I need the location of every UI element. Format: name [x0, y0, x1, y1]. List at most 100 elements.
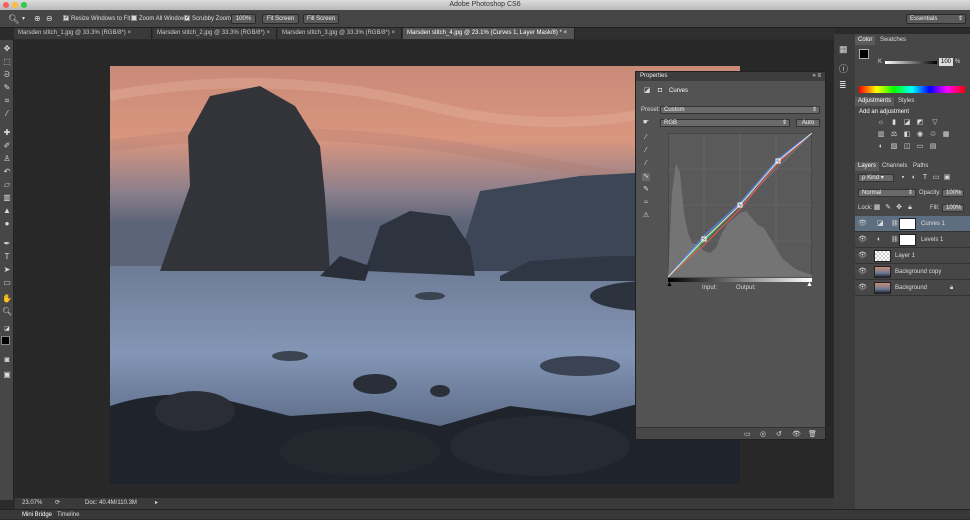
tab-document-4[interactable]: Marsden stitch_4.jpg @ 23.1% (Curves 1, … — [403, 28, 575, 39]
zoom-out-icon[interactable]: ⊖ — [46, 14, 53, 24]
reset-icon[interactable]: ↺ — [776, 430, 782, 438]
eye-icon[interactable]: 👁︎ — [858, 280, 867, 296]
fit-screen-button[interactable]: Fit Screen — [262, 14, 299, 24]
set-gray-point-icon[interactable]: ⁄ — [642, 147, 650, 155]
threshold-icon[interactable]: ◫ — [903, 143, 911, 151]
eyedropper-tool-icon[interactable]: ⁄ — [2, 109, 12, 119]
k-slider[interactable] — [885, 61, 937, 64]
visibility-icon[interactable]: 👁︎ — [792, 430, 801, 438]
tab-color[interactable]: Color — [855, 36, 876, 45]
targeted-adjust-hand-icon[interactable]: ☛ — [642, 119, 650, 127]
lock-all-icon[interactable]: 🔒︎ — [906, 204, 914, 212]
history-brush-tool-icon[interactable]: ↶ — [2, 167, 12, 177]
zoom-in-icon[interactable]: ⊕ — [34, 14, 41, 24]
view-previous-icon[interactable]: ◎ — [760, 430, 766, 438]
tab-channels[interactable]: Channels — [879, 162, 910, 171]
move-tool-icon[interactable]: ✥ — [2, 44, 12, 54]
set-white-point-icon[interactable]: ⁄ — [642, 160, 650, 168]
k-value-field[interactable]: 100 — [939, 58, 953, 66]
hue-sat-icon[interactable]: ▥ — [877, 131, 885, 139]
brush-tool-icon[interactable]: ✐ — [2, 141, 12, 151]
exposure-icon[interactable]: ◩ — [916, 119, 924, 127]
eye-icon[interactable]: 👁︎ — [858, 216, 867, 232]
opacity-field[interactable]: 100% — [942, 189, 964, 197]
zoom-window-button[interactable] — [21, 2, 27, 8]
selective-color-icon[interactable]: ▤ — [929, 143, 937, 151]
layer-thumbnail[interactable] — [874, 282, 891, 294]
zoom-tool-icon[interactable]: 🔍︎ — [8, 14, 19, 24]
levels-icon[interactable]: ▮ — [890, 119, 898, 127]
clipping-warning-icon[interactable]: ⚠ — [642, 212, 650, 220]
chevron-down-icon[interactable]: ▾ — [22, 14, 25, 24]
trash-icon[interactable]: 🗑︎ — [808, 430, 817, 438]
zoom-100-button[interactable]: 100% — [231, 14, 256, 24]
marquee-tool-icon[interactable]: ⬚ — [2, 57, 12, 67]
pen-tool-icon[interactable]: ✒ — [2, 239, 12, 249]
history-panel-icon[interactable]: ▦ — [839, 44, 848, 55]
gradient-tool-icon[interactable]: ▥ — [2, 193, 12, 203]
blend-mode-select[interactable]: Normal ⇕ — [858, 189, 916, 197]
healing-brush-tool-icon[interactable]: ✚ — [2, 128, 12, 138]
eye-icon[interactable]: 👁︎ — [858, 264, 867, 280]
blur-tool-icon[interactable]: ▲ — [2, 206, 12, 216]
curve-points-icon[interactable]: ∿ — [642, 173, 650, 181]
color-ramp[interactable] — [859, 86, 965, 93]
quick-mask-icon[interactable]: ◙ — [2, 355, 12, 365]
filter-type-icon[interactable]: T — [921, 174, 929, 182]
link-icon[interactable]: ⛓︎ — [891, 232, 899, 248]
status-menu-icon[interactable]: ▸ — [155, 498, 158, 509]
type-tool-icon[interactable]: T — [2, 252, 12, 262]
layer-row-levels[interactable]: 👁︎ ◐ ⛓︎ Levels 1 — [855, 232, 970, 248]
filter-smart-icon[interactable]: ▣ — [943, 174, 951, 182]
info-panel-icon[interactable]: ⓘ — [839, 62, 848, 75]
white-slider-icon[interactable]: ▲ — [806, 281, 813, 288]
status-share-icon[interactable]: ⟳ — [55, 498, 60, 509]
brightness-icon[interactable]: ☼ — [877, 119, 885, 127]
gradient-map-icon[interactable]: ▭ — [916, 143, 924, 151]
layer-mask-icon[interactable]: ◘ — [656, 87, 664, 95]
dodge-tool-icon[interactable]: ● — [2, 219, 12, 229]
color-lookup-icon[interactable]: ▦ — [942, 131, 950, 139]
layer-mask-thumbnail[interactable] — [899, 218, 916, 230]
foreground-color-swatch[interactable] — [1, 336, 10, 345]
quick-select-tool-icon[interactable]: ✎ — [2, 83, 12, 93]
eraser-tool-icon[interactable]: ▱ — [2, 180, 12, 190]
layer-mask-thumbnail[interactable] — [899, 234, 916, 246]
layer-thumbnail[interactable] — [874, 250, 891, 262]
layer-row-layer1[interactable]: 👁︎ Layer 1 — [855, 248, 970, 264]
shape-tool-icon[interactable]: ▭ — [2, 278, 12, 288]
eye-icon[interactable]: 👁︎ — [858, 248, 867, 264]
photo-filter-icon[interactable]: ◉ — [916, 131, 924, 139]
clip-to-layer-icon[interactable]: ▭ — [744, 430, 751, 438]
black-slider-icon[interactable]: ▲ — [666, 281, 673, 288]
minimize-window-button[interactable] — [12, 2, 18, 8]
tab-styles[interactable]: Styles — [895, 97, 917, 106]
zoom-all-windows-checkbox[interactable]: Zoom All Windows — [131, 14, 188, 24]
default-colors-icon[interactable]: ◪ — [2, 324, 12, 334]
foreground-swatch[interactable] — [859, 49, 869, 59]
tab-document-2[interactable]: Marsden stitch_2.jpg @ 33.3% (RGB/8*) × — [153, 28, 277, 39]
lock-transparent-icon[interactable]: ▦ — [873, 204, 881, 212]
layer-row-curves[interactable]: 👁︎ ◪ ⛓︎ Curves 1 — [855, 216, 970, 232]
tab-swatches[interactable]: Swatches — [877, 36, 909, 45]
close-window-button[interactable] — [3, 2, 9, 8]
set-black-point-icon[interactable]: ⁄ — [642, 134, 650, 142]
resize-windows-checkbox[interactable]: Resize Windows to Fit — [63, 13, 130, 24]
zoom-tool-icon[interactable]: 🔍︎ — [2, 307, 12, 317]
fill-field[interactable]: 100% — [942, 204, 964, 212]
layer-thumbnail[interactable] — [874, 266, 891, 278]
properties-panel-icon[interactable]: ≣ — [839, 80, 847, 91]
smooth-curve-icon[interactable]: ≈ — [642, 199, 650, 207]
black-white-icon[interactable]: ◧ — [903, 131, 911, 139]
posterize-icon[interactable]: ▨ — [890, 143, 898, 151]
filter-pixel-icon[interactable]: ▪ — [899, 174, 907, 182]
tab-document-1[interactable]: Marsden stitch_1.jpg @ 33.3% (RGB/8*) × — [14, 28, 152, 39]
hand-tool-icon[interactable]: ✋ — [2, 294, 12, 304]
auto-button[interactable]: Auto — [796, 119, 820, 127]
preset-select[interactable]: Custom ⇕ — [660, 106, 820, 114]
eye-icon[interactable]: 👁︎ — [858, 232, 867, 248]
layer-row-background-copy[interactable]: 👁︎ Background copy — [855, 264, 970, 280]
filter-adjustment-icon[interactable]: ◐ — [910, 174, 918, 182]
channel-select[interactable]: RGB ⇕ — [660, 119, 790, 127]
tab-paths[interactable]: Paths — [910, 162, 931, 171]
